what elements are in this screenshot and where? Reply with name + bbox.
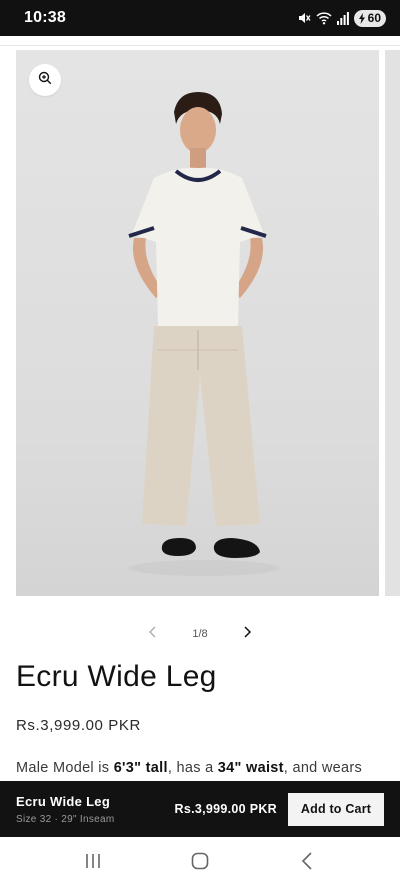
desc-height: 6'3" tall (113, 760, 168, 776)
battery-icon: 60 (353, 9, 386, 27)
product-price: Rs.3,999.00 PKR (16, 717, 141, 734)
sticky-cart-bar: Ecru Wide Leg Size 32 · 29" Inseam Rs.3,… (0, 781, 400, 837)
next-product-image[interactable] (385, 50, 400, 596)
header-divider (0, 36, 400, 46)
mute-icon (297, 11, 311, 25)
product-description: Male Model is 6'3" tall, has a 34" waist… (16, 760, 386, 776)
product-title: Ecru Wide Leg (16, 660, 217, 693)
cart-price: Rs.3,999.00 PKR (174, 802, 277, 816)
desc-suffix: , and wears (283, 760, 363, 776)
desc-prefix: Male Model is (16, 760, 114, 776)
cart-product-info: Ecru Wide Leg Size 32 · 29" Inseam (16, 794, 115, 825)
next-slide-button[interactable] (236, 623, 258, 645)
cart-variant: Size 32 · 29" Inseam (16, 813, 115, 825)
home-button[interactable] (180, 843, 220, 883)
chevron-left-icon (148, 625, 158, 643)
gallery-pagination: 1/8 (0, 620, 400, 648)
status-bar: 10:38 60 (0, 0, 400, 36)
home-icon (191, 852, 209, 875)
recents-button[interactable] (73, 843, 113, 883)
desc-mid: , has a (167, 760, 218, 776)
add-to-cart-button[interactable]: Add to Cart (288, 792, 384, 826)
chevron-right-icon (242, 625, 252, 643)
wifi-icon (316, 11, 332, 25)
model-photo (128, 92, 279, 576)
zoom-in-icon (38, 71, 52, 90)
product-gallery[interactable] (0, 50, 400, 596)
signal-icon (336, 11, 349, 25)
battery-level: 60 (367, 11, 381, 25)
status-icons: 60 (297, 9, 386, 27)
zoom-button[interactable] (29, 64, 61, 96)
slide-counter: 1/8 (192, 628, 208, 640)
status-time: 10:38 (24, 9, 66, 26)
back-button[interactable] (287, 843, 327, 883)
system-nav-bar (0, 838, 400, 888)
desc-waist: 34" waist (217, 760, 284, 776)
product-image[interactable] (16, 50, 379, 596)
recents-icon (84, 853, 102, 874)
cart-product-name: Ecru Wide Leg (16, 793, 111, 809)
back-icon (301, 851, 313, 875)
previous-slide-button[interactable] (142, 623, 164, 645)
